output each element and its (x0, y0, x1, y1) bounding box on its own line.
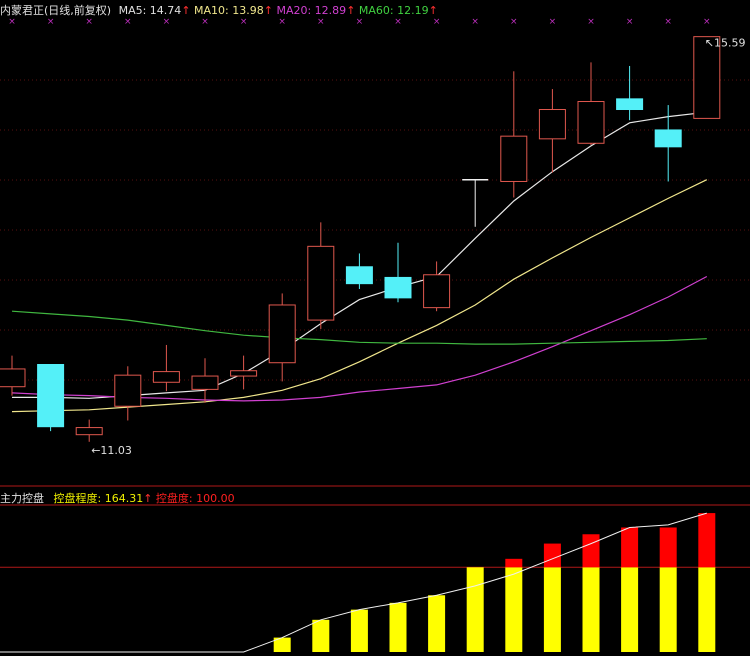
control-label: 控盘度: 100.00 (155, 492, 235, 505)
marker-x: × (394, 17, 402, 27)
ma5-arrow-icon: ↑ (181, 4, 191, 17)
control-bar-yellow (350, 609, 368, 652)
candle-body (75, 427, 103, 436)
control-bar-red (543, 543, 561, 568)
price-header: 内蒙君正(日线,前复权) MA5: 14.74↑ MA10: 13.98↑ MA… (0, 2, 438, 18)
marker-x: × (8, 17, 16, 27)
marker-x: × (85, 17, 93, 27)
control-bar-red (621, 527, 639, 568)
candle-body (654, 129, 682, 148)
candle-body (307, 245, 335, 321)
marker-x: × (356, 17, 364, 27)
control-degree-arrow-icon: ↑ (143, 492, 153, 505)
low-price-label: ←11.03 (91, 444, 132, 457)
marker-x: × (703, 17, 711, 27)
marker-x: × (317, 17, 325, 27)
marker-x: × (201, 17, 209, 27)
candle-body (230, 370, 258, 377)
marker-x: × (163, 17, 171, 27)
control-bar-yellow (698, 567, 716, 652)
ma10-arrow-icon: ↑ (263, 4, 273, 17)
marker-x: × (549, 17, 557, 27)
ma60-arrow-icon: ↑ (428, 4, 438, 17)
control-bar-yellow (659, 567, 677, 652)
stock-name: 内蒙君正(日线,前复权) (0, 4, 112, 17)
ma20-label: MA20: 12.89 (276, 4, 347, 17)
candle-body (152, 371, 180, 383)
candle-body (384, 276, 412, 299)
ma60-label: MA60: 12.19 (358, 4, 429, 17)
ma-line-ma60 (11, 310, 707, 345)
ma10-label: MA10: 13.98 (194, 4, 264, 17)
control-bar-yellow (389, 602, 407, 652)
candle-body (500, 135, 528, 182)
indicator-name: 主力控盘 (0, 492, 44, 505)
marker-x: × (124, 17, 132, 27)
candle-body (616, 98, 644, 111)
marker-x: × (626, 17, 634, 27)
control-bar-yellow (621, 567, 639, 652)
control-bar-yellow (466, 567, 484, 652)
control-bar-red (659, 527, 677, 568)
candle-body (423, 274, 451, 309)
control-bar-red (505, 558, 523, 568)
marker-x: × (240, 17, 248, 27)
control-bar-yellow (428, 595, 446, 652)
high-price-label: ↖15.59 (705, 37, 746, 50)
candle-body (0, 368, 26, 388)
indicator-header: 主力控盘 控盘程度: 164.31↑ 控盘度: 100.00 (0, 490, 235, 506)
candle-body (538, 109, 566, 140)
control-bar-yellow (505, 567, 523, 652)
marker-x: × (278, 17, 286, 27)
control-bar-yellow (582, 567, 600, 652)
stock-chart: × × × × × × × × × × × × × × × × × × × ←11.03 ↖15.59 (0, 17, 750, 653)
control-bar-yellow (312, 619, 330, 652)
marker-x: × (433, 17, 441, 27)
candle-body (268, 304, 296, 364)
control-bar-red (582, 534, 600, 568)
marker-x: × (47, 17, 55, 27)
control-bar-yellow (543, 567, 561, 652)
candle-body (191, 375, 219, 390)
control-bar-red (698, 513, 716, 568)
candle-body (114, 374, 142, 407)
ma5-label: MA5: 14.74 (118, 4, 182, 17)
marker-x: × (510, 17, 518, 27)
candle-body (345, 266, 373, 285)
marker-x: × (471, 17, 479, 27)
ma20-arrow-icon: ↑ (346, 4, 356, 17)
marker-x: × (664, 17, 672, 27)
candle-body (37, 364, 65, 428)
control-degree-label: 控盘程度: 164.31 (53, 492, 144, 505)
candle-body (577, 101, 605, 144)
marker-x: × (587, 17, 595, 27)
